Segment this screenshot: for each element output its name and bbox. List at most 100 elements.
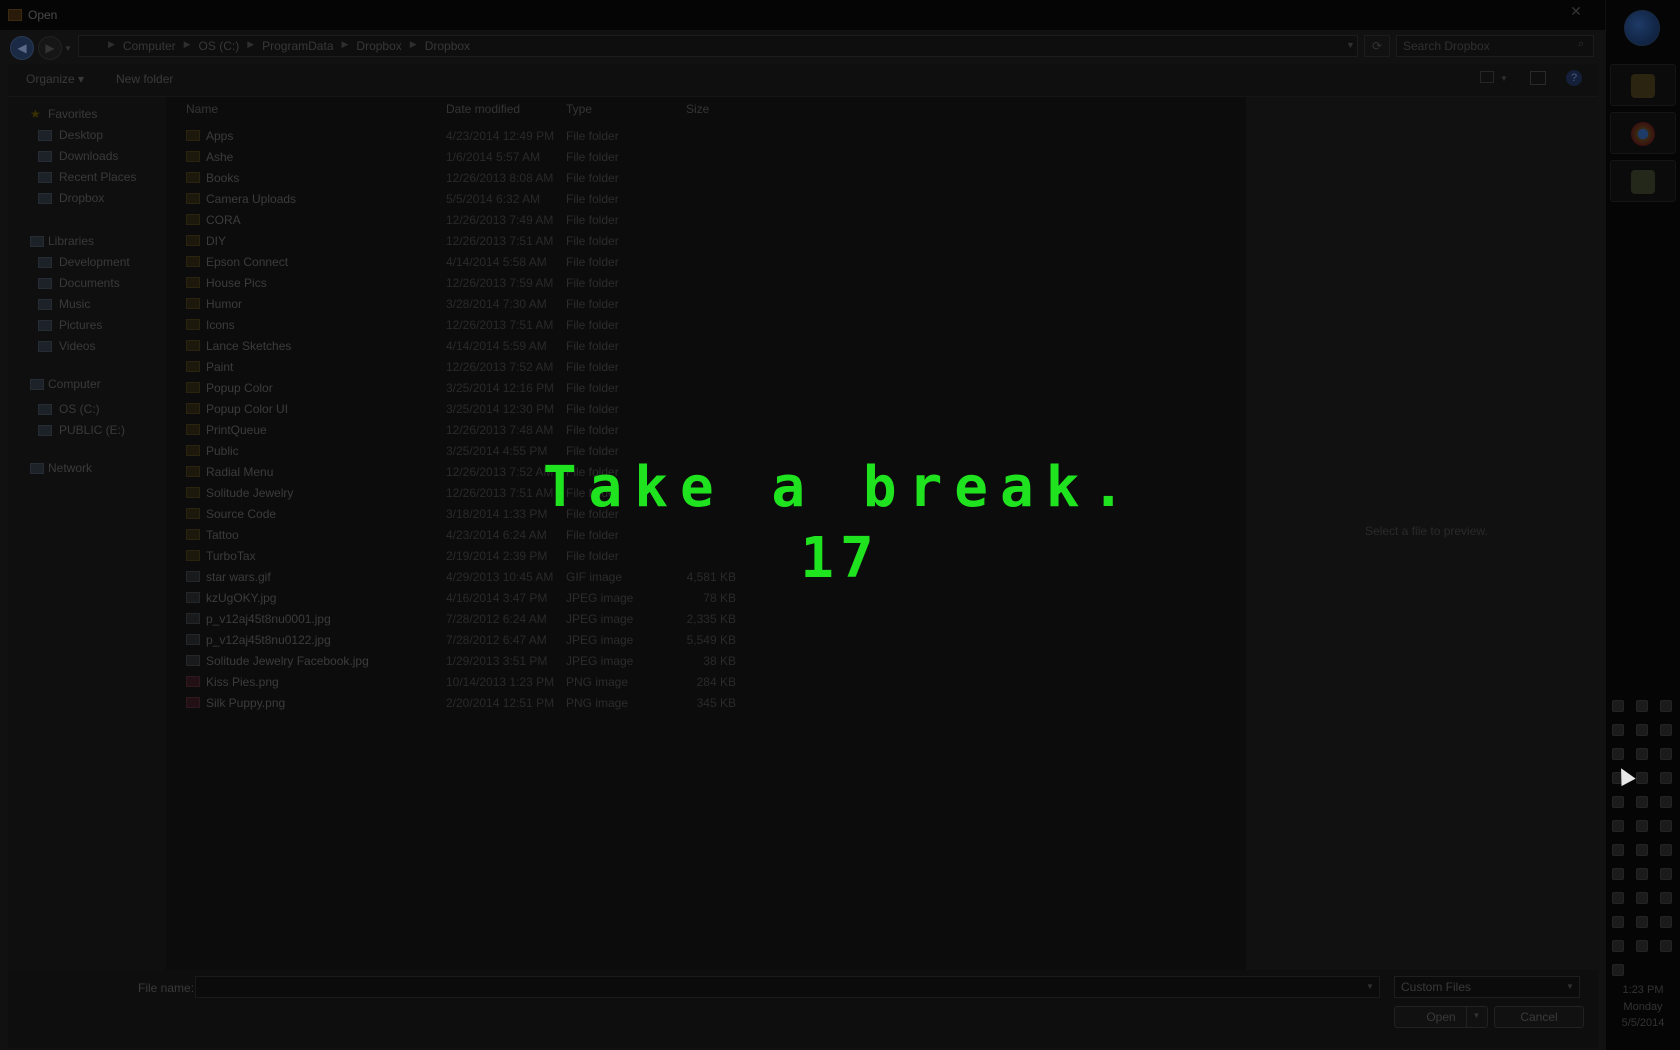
tray-icon[interactable] xyxy=(1660,892,1672,904)
change-view-icon[interactable] xyxy=(1480,71,1494,83)
file-name-dropdown-icon[interactable]: ▼ xyxy=(1366,982,1374,991)
tray-icon[interactable] xyxy=(1636,796,1648,808)
tray-icon[interactable] xyxy=(1636,940,1648,952)
file-row[interactable]: PrintQueue 12/26/2013 7:48 AM File folder xyxy=(186,421,756,441)
tray-icon[interactable] xyxy=(1612,844,1624,856)
breadcrumb-separator-icon[interactable]: ▶ xyxy=(184,39,191,53)
breadcrumb-separator-icon[interactable]: ▶ xyxy=(108,39,115,53)
breadcrumb-separator-icon[interactable]: ▶ xyxy=(247,39,254,53)
clock-time[interactable]: 1:23 PM xyxy=(1610,984,1676,996)
tray-icon[interactable] xyxy=(1660,844,1672,856)
breadcrumb-item[interactable]: OS (C:) xyxy=(199,39,240,53)
file-row[interactable]: Paint 12/26/2013 7:52 AM File folder xyxy=(186,358,756,378)
file-row[interactable]: CORA 12/26/2013 7:49 AM File folder xyxy=(186,211,756,231)
column-header-date[interactable]: Date modified xyxy=(446,102,520,116)
tray-icon[interactable] xyxy=(1612,724,1624,736)
file-row[interactable]: Lance Sketches 4/14/2014 5:59 AM File fold… xyxy=(186,337,756,357)
tray-icon[interactable] xyxy=(1660,868,1672,880)
tray-icon[interactable] xyxy=(1660,724,1672,736)
nav-item-pictures[interactable]: Pictures xyxy=(59,318,102,332)
breadcrumb-separator-icon[interactable]: ▶ xyxy=(342,39,349,53)
nav-item-downloads[interactable]: Downloads xyxy=(59,149,118,163)
taskbar-notepad-button[interactable] xyxy=(1610,160,1676,202)
tray-icon[interactable] xyxy=(1660,772,1672,784)
open-options-chevron-icon[interactable]: ▼ xyxy=(1466,1006,1486,1028)
tray-icon[interactable] xyxy=(1636,916,1648,928)
breadcrumb-item[interactable]: Dropbox xyxy=(425,39,470,53)
column-header-type[interactable]: Type xyxy=(566,102,592,116)
file-type-chevron-icon[interactable]: ▼ xyxy=(1566,982,1574,991)
nav-item-public-e[interactable]: PUBLIC (E:) xyxy=(59,423,125,437)
file-row[interactable]: Books 12/26/2013 8:08 AM File folder xyxy=(186,169,756,189)
tray-icon[interactable] xyxy=(1612,820,1624,832)
new-folder-button[interactable]: New folder xyxy=(116,72,173,86)
breadcrumb-item[interactable]: Dropbox xyxy=(356,39,401,53)
address-dropdown-icon[interactable]: ▼ xyxy=(1346,40,1355,50)
tray-icon[interactable] xyxy=(1636,820,1648,832)
column-header-name[interactable]: Name xyxy=(186,102,218,116)
file-row[interactable]: DIY 12/26/2013 7:51 AM File folder xyxy=(186,232,756,252)
title-bar[interactable] xyxy=(0,0,1605,30)
help-icon[interactable]: ? xyxy=(1566,70,1582,86)
column-header-size[interactable]: Size xyxy=(686,102,709,116)
tray-icon[interactable] xyxy=(1612,916,1624,928)
file-row[interactable]: p_v12aj45t8nu0122.jpg 7/28/2012 6:47 AM JP… xyxy=(186,631,756,651)
nav-item-os-c[interactable]: OS (C:) xyxy=(59,402,100,416)
tray-icon[interactable] xyxy=(1636,868,1648,880)
file-row[interactable]: Humor 3/28/2014 7:30 AM File folder xyxy=(186,295,756,315)
back-button[interactable]: ◀ xyxy=(10,36,34,60)
file-type-select[interactable]: Custom Files xyxy=(1394,976,1580,998)
forward-button[interactable]: ▶ xyxy=(38,36,62,60)
file-row[interactable]: Camera Uploads 5/5/2014 6:32 AM File folde… xyxy=(186,190,756,210)
nav-libraries[interactable]: Libraries xyxy=(48,234,94,248)
tray-icon[interactable] xyxy=(1660,940,1672,952)
file-row[interactable]: House Pics 12/26/2013 7:59 AM File folder xyxy=(186,274,756,294)
start-button-icon[interactable] xyxy=(1624,10,1660,46)
tray-icon[interactable] xyxy=(1636,748,1648,760)
tray-icon[interactable] xyxy=(1636,772,1648,784)
taskbar-tools-button[interactable] xyxy=(1610,64,1676,106)
file-row[interactable]: kzUgOKY.jpg 4/16/2014 3:47 PM JPEG image 78… xyxy=(186,589,756,609)
nav-item-videos[interactable]: Videos xyxy=(59,339,95,353)
tray-icon[interactable] xyxy=(1636,844,1648,856)
nav-item-development[interactable]: Development xyxy=(59,255,130,269)
clock-day[interactable]: Monday xyxy=(1610,1001,1676,1013)
file-row[interactable]: Ashe 1/6/2014 5:57 AM File folder xyxy=(186,148,756,168)
tray-icon[interactable] xyxy=(1612,868,1624,880)
clock-date[interactable]: 5/5/2014 xyxy=(1610,1017,1676,1029)
file-row[interactable]: Icons 12/26/2013 7:51 AM File folder xyxy=(186,316,756,336)
tray-icon[interactable] xyxy=(1612,796,1624,808)
breadcrumb-item[interactable]: ProgramData xyxy=(262,39,333,53)
tray-icon[interactable] xyxy=(1636,892,1648,904)
nav-item-music[interactable]: Music xyxy=(59,297,90,311)
organize-button[interactable]: Organize ▾ xyxy=(26,72,84,86)
nav-favorites[interactable]: Favorites xyxy=(48,107,97,121)
nav-item-recent-places[interactable]: Recent Places xyxy=(59,170,136,184)
nav-item-dropbox[interactable]: Dropbox xyxy=(59,191,104,205)
file-row[interactable]: Kiss Pies.png 10/14/2013 1:23 PM PNG image… xyxy=(186,673,756,693)
file-row[interactable]: Apps 4/23/2014 12:49 PM File folder xyxy=(186,127,756,147)
file-row[interactable]: Silk Puppy.png 2/20/2014 12:51 PM PNG imag… xyxy=(186,694,756,714)
cancel-button[interactable]: Cancel xyxy=(1494,1006,1584,1028)
tray-icon[interactable] xyxy=(1612,700,1624,712)
tray-icon[interactable] xyxy=(1636,700,1648,712)
tray-icon[interactable] xyxy=(1660,748,1672,760)
view-options-chevron-icon[interactable]: ▼ xyxy=(1500,74,1508,83)
nav-item-desktop[interactable]: Desktop xyxy=(59,128,103,142)
close-icon[interactable]: ✕ xyxy=(1565,3,1587,21)
tray-icon[interactable] xyxy=(1636,724,1648,736)
search-icon[interactable]: ⌕ xyxy=(1578,38,1584,51)
taskbar-chrome-button[interactable] xyxy=(1610,112,1676,154)
tray-icon[interactable] xyxy=(1660,916,1672,928)
tray-icon[interactable] xyxy=(1612,748,1624,760)
breadcrumb-separator-icon[interactable]: ▶ xyxy=(410,39,417,53)
file-row[interactable]: Popup Color UI 3/25/2014 12:30 PM File fol… xyxy=(186,400,756,420)
nav-item-documents[interactable]: Documents xyxy=(59,276,120,290)
file-row[interactable]: p_v12aj45t8nu0001.jpg 7/28/2012 6:24 AM JP… xyxy=(186,610,756,630)
file-name-input[interactable] xyxy=(195,976,1380,998)
tray-icon[interactable] xyxy=(1660,796,1672,808)
refresh-button[interactable]: ⟳ xyxy=(1364,35,1390,57)
tray-icon[interactable] xyxy=(1612,964,1624,976)
search-input[interactable]: Search Dropbox xyxy=(1396,35,1594,57)
tray-icon[interactable] xyxy=(1612,892,1624,904)
